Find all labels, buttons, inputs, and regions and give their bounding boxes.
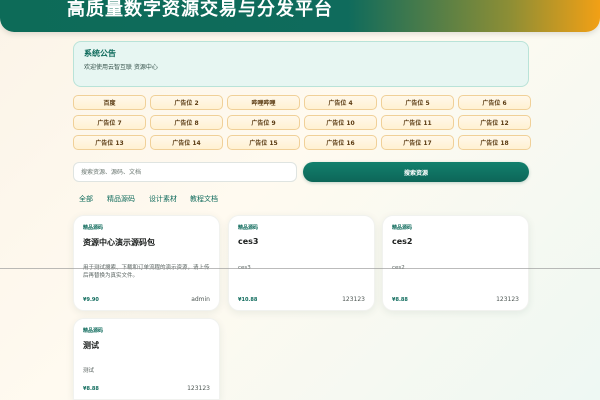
resource-card-ces3[interactable]: 精品源码 ces3 ces3 ¥10.88 123123 xyxy=(228,215,375,311)
resource-tag: 精品源码 xyxy=(83,328,104,334)
resource-price: ¥10.88 xyxy=(238,297,258,303)
ad-slot-4[interactable]: 广告位 4 xyxy=(304,95,377,110)
resource-card-test[interactable]: 精品源码 测试 测试 ¥8.88 123123 xyxy=(73,318,220,400)
ad-slot-10[interactable]: 广告位 10 xyxy=(304,115,377,130)
resource-title: ces3 xyxy=(238,237,259,246)
search-input[interactable] xyxy=(73,162,297,182)
category-premium-source[interactable]: 精品源码 xyxy=(107,194,135,204)
screen-divider-line xyxy=(0,268,600,269)
ad-slot-16[interactable]: 广告位 16 xyxy=(304,135,377,150)
notice-title: 系统公告 xyxy=(84,49,116,58)
resource-price: ¥9.90 xyxy=(83,297,99,303)
ad-grid: 百度 广告位 2 哔哩哔哩 广告位 4 广告位 5 广告位 6 广告位 7 广告… xyxy=(73,95,531,150)
ad-slot-11[interactable]: 广告位 11 xyxy=(381,115,454,130)
ad-slot-12[interactable]: 广告位 12 xyxy=(458,115,531,130)
ad-slot-8[interactable]: 广告位 8 xyxy=(150,115,223,130)
resource-title: ces2 xyxy=(392,237,413,246)
header-banner: 高质量数字资源交易与分发平台 xyxy=(0,0,600,32)
resource-description: 测试 xyxy=(83,368,95,374)
resource-author: admin xyxy=(191,296,210,303)
page-title: 高质量数字资源交易与分发平台 xyxy=(67,0,333,20)
ad-link-baidu[interactable]: 百度 xyxy=(73,95,146,110)
notice-text: 欢迎使用云智互联 资源中心 xyxy=(84,64,158,71)
search-button[interactable]: 搜索资源 xyxy=(303,162,529,182)
resource-card-demo-package[interactable]: 精品源码 资源中心演示源码包 用于测试搜索、下载和订单流程的演示资源，请上传后再… xyxy=(73,215,220,311)
ad-slot-6[interactable]: 广告位 6 xyxy=(458,95,531,110)
resource-tag: 精品源码 xyxy=(238,225,259,231)
resource-author: 123123 xyxy=(187,385,210,392)
category-all[interactable]: 全部 xyxy=(79,194,93,204)
ad-slot-7[interactable]: 广告位 7 xyxy=(73,115,146,130)
resource-author: 123123 xyxy=(342,296,365,303)
ad-slot-18[interactable]: 广告位 18 xyxy=(458,135,531,150)
resource-tag: 精品源码 xyxy=(392,225,413,231)
resource-card-ces2[interactable]: 精品源码 ces2 ces2 ¥8.88 123123 xyxy=(382,215,529,311)
resource-price: ¥8.88 xyxy=(83,386,99,392)
resource-title: 资源中心演示源码包 xyxy=(83,238,155,247)
ad-slot-13[interactable]: 广告位 13 xyxy=(73,135,146,150)
resource-title: 测试 xyxy=(83,341,99,350)
system-notice: 系统公告 欢迎使用云智互联 资源中心 xyxy=(73,41,529,87)
resource-tag: 精品源码 xyxy=(83,225,104,231)
category-design-assets[interactable]: 设计素材 xyxy=(149,194,177,204)
ad-slot-14[interactable]: 广告位 14 xyxy=(150,135,223,150)
resource-price: ¥8.88 xyxy=(392,297,408,303)
ad-link-bilibili[interactable]: 哔哩哔哩 xyxy=(227,95,300,110)
resource-author: 123123 xyxy=(496,296,519,303)
resource-center-page: 高质量数字资源交易与分发平台 系统公告 欢迎使用云智互联 资源中心 百度 广告位… xyxy=(0,0,600,400)
ad-slot-5[interactable]: 广告位 5 xyxy=(381,95,454,110)
ad-slot-9[interactable]: 广告位 9 xyxy=(227,115,300,130)
ad-slot-17[interactable]: 广告位 17 xyxy=(381,135,454,150)
ad-slot-2[interactable]: 广告位 2 xyxy=(150,95,223,110)
ad-slot-15[interactable]: 广告位 15 xyxy=(227,135,300,150)
category-tutorial-docs[interactable]: 教程文档 xyxy=(190,194,218,204)
